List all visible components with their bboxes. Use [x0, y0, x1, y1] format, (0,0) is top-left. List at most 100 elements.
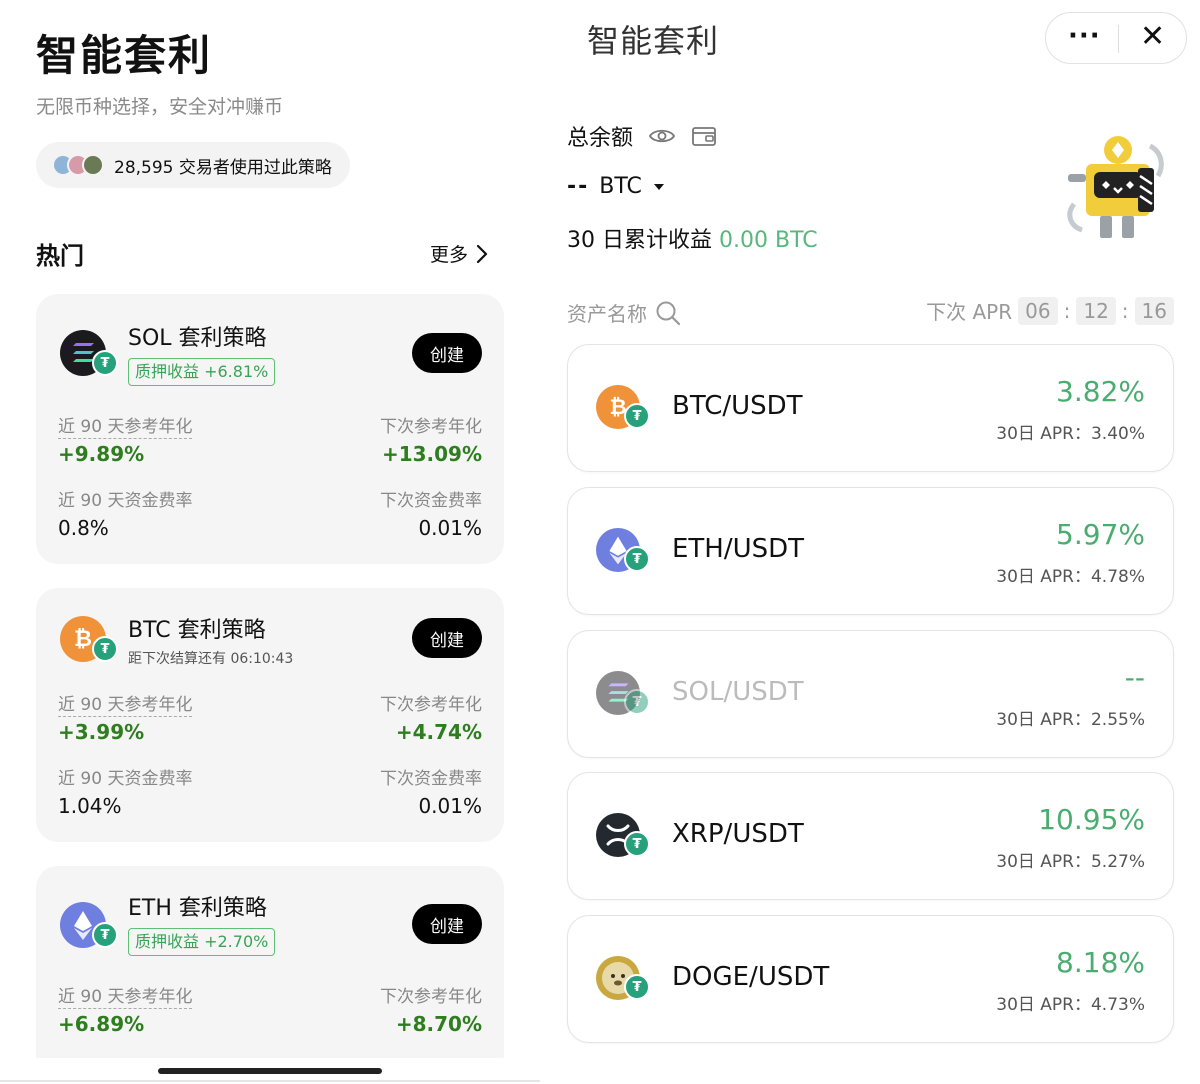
- apr30-label: 30日 APR：: [996, 424, 1091, 444]
- strategy-name: SOL 套利策略: [128, 326, 267, 351]
- apr30-label: 30日 APR：: [996, 567, 1091, 587]
- metric-value: 0.01%: [418, 794, 482, 818]
- strategy-list-panel: 智能套利 无限币种选择，安全对冲赚币 28,595 交易者使用过此策略 热门 更…: [0, 0, 540, 1084]
- divider: [0, 1080, 540, 1082]
- profit-value: 0.00 BTC: [719, 228, 818, 253]
- next-apr-value: --: [1124, 661, 1145, 694]
- apr30-value: 5.27%: [1090, 852, 1145, 872]
- metric-value: 1.04%: [58, 794, 122, 818]
- balance-unit: BTC: [599, 174, 642, 199]
- profit-label: 30 日累计收益: [567, 228, 712, 253]
- tether-icon: ₮: [624, 546, 650, 572]
- metric-label: 下次参考年化: [380, 987, 482, 1007]
- strategy-card-eth[interactable]: ₮ ETH 套利策略 质押收益 +2.70% 创建 近 90 天参考年化 +6.…: [36, 866, 504, 1076]
- asset-row-sol[interactable]: ₮ SOL/USDT -- 30日 APR：2.55%: [567, 630, 1174, 758]
- tether-icon: ₮: [624, 831, 650, 857]
- home-indicator[interactable]: [158, 1068, 382, 1074]
- next-apr-value: 5.97%: [1056, 518, 1145, 551]
- users-count-text: 28,595 交易者使用过此策略: [114, 157, 332, 178]
- create-button[interactable]: 创建: [412, 618, 482, 658]
- apr30-value: 4.78%: [1090, 567, 1145, 587]
- asset-row-eth[interactable]: ₮ ETH/USDT 5.97% 30日 APR：4.78%: [567, 487, 1174, 615]
- tether-icon: ₮: [92, 350, 118, 376]
- metric-value: 0.01%: [418, 516, 482, 540]
- caret-down-icon: [653, 183, 664, 190]
- staking-yield-tag: 质押收益 +6.81%: [128, 358, 276, 386]
- more-label: 更多: [430, 244, 469, 266]
- countdown-separator: :: [1121, 298, 1129, 323]
- next-apr-value: 10.95%: [1038, 803, 1145, 836]
- more-link[interactable]: 更多: [430, 240, 488, 267]
- pair-name: BTC/USDT: [672, 391, 803, 421]
- tether-icon: ₮: [624, 403, 650, 429]
- metric-value: +9.89%: [58, 442, 145, 466]
- countdown-hours: 06: [1018, 296, 1058, 325]
- apr30: 30日 APR：4.73%: [996, 990, 1145, 1015]
- arbitrage-detail-panel: 智能套利 ··· ✕ 总余额 -- BTC 30 日累计收益 0.00 BTC: [545, 0, 1200, 1084]
- metric-label[interactable]: 近 90 天参考年化: [58, 982, 193, 1009]
- apr30-value: 2.55%: [1090, 710, 1145, 730]
- page-title: 智能套利: [36, 31, 213, 80]
- metric-label: 下次资金费率: [380, 491, 482, 511]
- eye-icon[interactable]: [649, 127, 676, 145]
- countdown-separator: :: [1063, 298, 1071, 323]
- metric-label[interactable]: 近 90 天参考年化: [58, 412, 193, 439]
- apr30: 30日 APR：5.27%: [996, 847, 1145, 872]
- asset-row-doge[interactable]: ₮ DOGE/USDT 8.18% 30日 APR：4.73%: [567, 915, 1174, 1043]
- metric-label: 下次参考年化: [380, 417, 482, 437]
- metric-value: +3.99%: [58, 720, 145, 744]
- hot-section-title: 热门: [36, 242, 84, 270]
- miniapp-capsule: ··· ✕: [1045, 12, 1187, 64]
- metric-label: 下次资金费率: [380, 769, 482, 789]
- staking-yield-tag: 质押收益 +2.70%: [128, 928, 276, 956]
- metric-label: 近 90 天资金费率: [58, 491, 193, 511]
- search-icon[interactable]: [655, 300, 681, 326]
- next-apr-label: 下次 APR: [926, 300, 1013, 324]
- apr30-label: 30日 APR：: [996, 852, 1091, 872]
- create-button[interactable]: 创建: [412, 333, 482, 373]
- apr30: 30日 APR：2.55%: [996, 705, 1145, 730]
- balance-value: --: [567, 174, 590, 199]
- metric-value: +8.70%: [395, 1012, 482, 1036]
- user-avatars: [52, 154, 104, 176]
- metric-label: 下次参考年化: [380, 695, 482, 715]
- next-apr-countdown: 下次 APR 06 : 12 : 16: [926, 296, 1174, 325]
- asset-row-btc[interactable]: ₿ ₮ BTC/USDT 3.82% 30日 APR：3.40%: [567, 344, 1174, 472]
- apr30-label: 30日 APR：: [996, 995, 1091, 1015]
- apr30: 30日 APR：4.78%: [996, 562, 1145, 587]
- apr30-label: 30日 APR：: [996, 710, 1091, 730]
- tether-icon: ₮: [92, 636, 118, 662]
- wallet-icon[interactable]: [691, 125, 717, 147]
- balance-header: 总余额: [567, 120, 717, 152]
- asset-name-label: 资产名称: [567, 302, 647, 326]
- create-button[interactable]: 创建: [412, 904, 482, 944]
- users-count-badge: 28,595 交易者使用过此策略: [36, 142, 350, 188]
- next-apr-value: 3.82%: [1056, 375, 1145, 408]
- metric-label: 近 90 天资金费率: [58, 769, 193, 789]
- strategy-card-sol[interactable]: ₮ SOL 套利策略 质押收益 +6.81% 创建 近 90 天参考年化 +9.…: [36, 294, 504, 564]
- balance-value-selector[interactable]: -- BTC: [567, 174, 666, 199]
- strategy-name: ETH 套利策略: [128, 896, 267, 921]
- apr30: 30日 APR：3.40%: [996, 419, 1145, 444]
- more-options-icon[interactable]: ···: [1068, 23, 1101, 49]
- apr30-value: 3.40%: [1090, 424, 1145, 444]
- tether-icon: ₮: [92, 922, 118, 948]
- detail-title: 智能套利: [587, 22, 720, 60]
- tether-icon: ₮: [624, 689, 650, 715]
- close-icon[interactable]: ✕: [1140, 19, 1165, 54]
- metric-value: +13.09%: [381, 442, 482, 466]
- asset-row-xrp[interactable]: ₮ XRP/USDT 10.95% 30日 APR：5.27%: [567, 772, 1174, 900]
- metric-label[interactable]: 近 90 天参考年化: [58, 690, 193, 717]
- next-apr-value: 8.18%: [1056, 946, 1145, 979]
- pair-name: SOL/USDT: [672, 677, 804, 707]
- settlement-countdown: 距下次结算还有 06:10:43: [128, 651, 294, 667]
- page-subtitle: 无限币种选择，安全对冲赚币: [36, 96, 284, 118]
- asset-name-header: 资产名称: [567, 298, 681, 327]
- tether-icon: ₮: [624, 974, 650, 1000]
- strategy-card-btc[interactable]: ₿ ₮ BTC 套利策略 距下次结算还有 06:10:43 创建 近 90 天参…: [36, 588, 504, 842]
- countdown-minutes: 12: [1076, 296, 1116, 325]
- apr30-value: 4.73%: [1090, 995, 1145, 1015]
- metric-value: 0.8%: [58, 516, 109, 540]
- thirty-day-profit: 30 日累计收益 0.00 BTC: [567, 222, 818, 254]
- balance-label: 总余额: [567, 126, 634, 151]
